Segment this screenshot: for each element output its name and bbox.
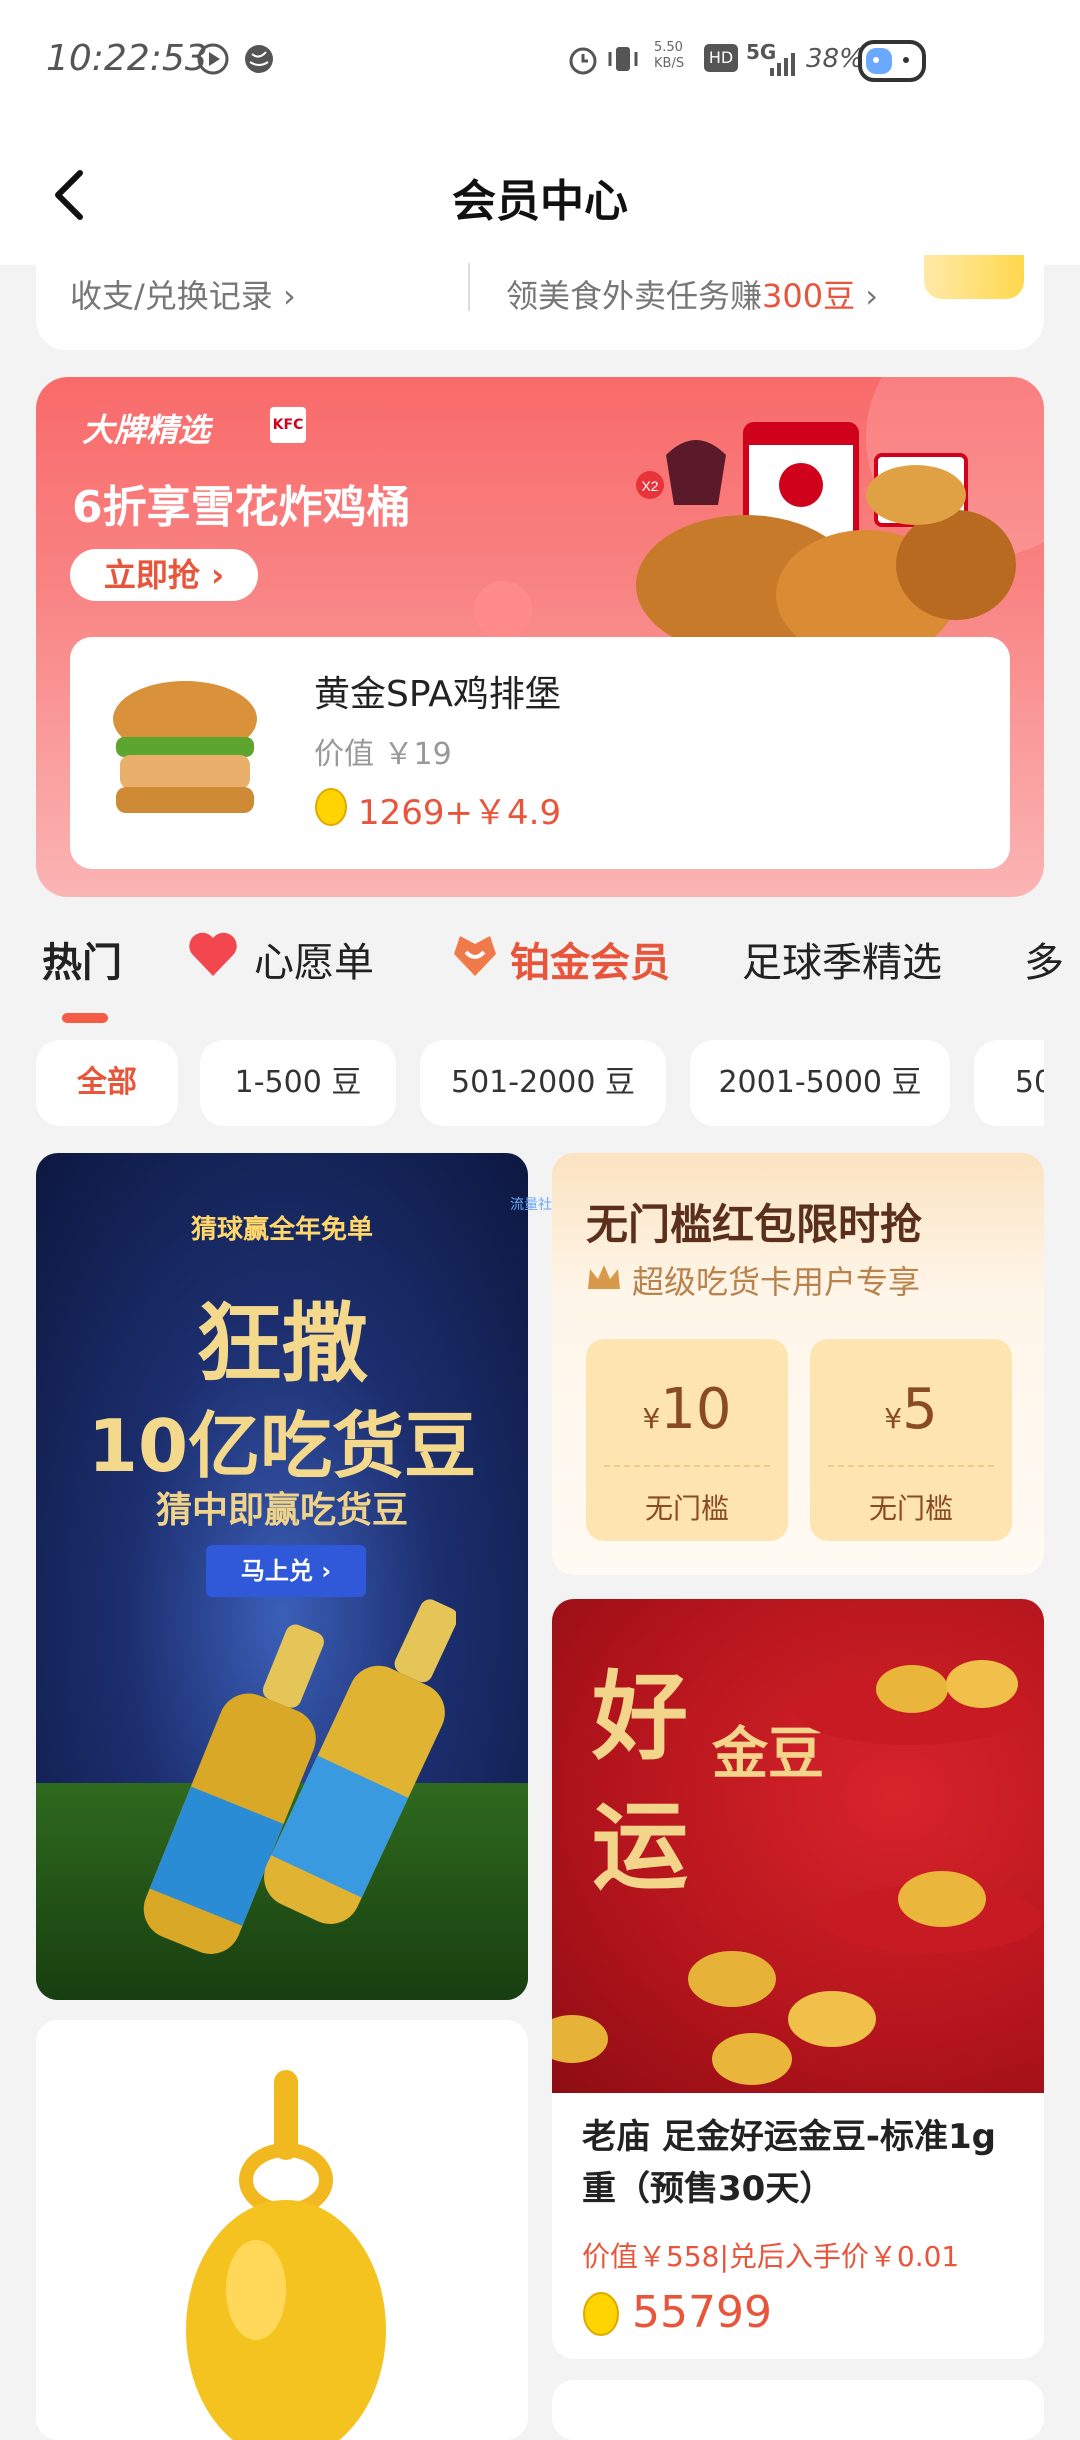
coupon-amount-value: 10 (660, 1377, 732, 1442)
tab-more[interactable]: 多 (1024, 930, 1064, 988)
next-product-card[interactable] (552, 2380, 1044, 2440)
burger-image (113, 681, 257, 813)
gold-bean-image: 好 金豆 运 (552, 1599, 1044, 2093)
coupon-label: 无门槛 (868, 1492, 953, 1525)
chip-all[interactable]: 全部 (36, 1040, 178, 1126)
battery-percent: 38% (806, 44, 864, 74)
play-icon (197, 43, 229, 75)
coupon-amount: ¥10 (586, 1377, 788, 1442)
coin-stack-icon (924, 255, 1024, 299)
currency-symbol: ¥ (642, 1402, 661, 1435)
tab-hot[interactable]: 热门 (42, 930, 122, 988)
tab-platinum[interactable]: 铂金会员 (510, 930, 670, 988)
network-speed-value: 5.50 (654, 40, 683, 55)
promo-headline: 6折享雪花炸鸡桶 (72, 482, 411, 533)
x2-badge: X2 (641, 478, 658, 494)
coupon-10[interactable]: ¥10 无门槛 (586, 1339, 788, 1541)
product-card[interactable]: 黄金SPA鸡排堡 价值 ￥19 1269+￥4.9 (70, 637, 1010, 869)
food-task-link[interactable]: 领美食外卖任务赚300豆 › (506, 271, 878, 317)
globe-icon (245, 45, 273, 73)
kfc-promo-banner[interactable]: 大牌精选 KFC 6折享雪花炸鸡桶 立即抢 › X2 黄金SPA鸡排堡 价值 ￥… (36, 377, 1044, 897)
bean-price: 55799 (632, 2287, 772, 2338)
bean-coin-icon (315, 788, 347, 826)
chip-501-2000[interactable]: 501-2000 豆 (420, 1040, 666, 1126)
coupon-card[interactable]: 无门槛红包限时抢 超级吃货卡用户专享 ¥10 无门槛 ¥5 无门槛 (552, 1153, 1044, 1575)
coupon-amount: ¥5 (810, 1377, 1012, 1442)
food-task-text: 领美食外卖任务赚 (506, 277, 763, 315)
status-time: 10:22:53 (46, 38, 208, 79)
coupon-divider (828, 1465, 994, 1467)
food-task-reward: 300豆 (762, 277, 856, 315)
product-name: 老庙 足金好运金豆-标准1g重（预售30天） (582, 2117, 996, 2209)
page-title: 会员中心 (452, 176, 628, 227)
tab-wishlist[interactable]: 心愿单 (254, 930, 374, 988)
crown-icon (588, 1265, 620, 1289)
kfc-logo: KFC (270, 407, 306, 443)
records-strip: 收支/兑换记录 › 领美食外卖任务赚300豆 › (36, 255, 1044, 350)
vibrate-icon (608, 47, 638, 71)
coupon-title: 无门槛红包限时抢 (586, 1200, 923, 1249)
chip-2001-5000[interactable]: 2001-5000 豆 (690, 1040, 950, 1126)
promo-line-2: 10亿吃货豆 (87, 1404, 477, 1488)
currency-symbol: ¥ (884, 1402, 903, 1435)
promo-line-3: 猜中即赢吃货豆 (155, 1490, 408, 1531)
coupon-label: 无门槛 (644, 1492, 729, 1525)
product-value: 价值￥558|兑后入手价￥0.01 (582, 2240, 960, 2273)
network-speed-unit: KB/S (654, 56, 685, 71)
promo-line-1: 狂撒 (196, 1294, 368, 1394)
status-bar: 10:22:53 5.50 KB/S HD 5G 38% (0, 0, 1080, 125)
bean-coin-icon (583, 2292, 619, 2336)
platinum-badge-icon (454, 936, 496, 976)
gold-beans-graphic (552, 1660, 1042, 2085)
heart-icon (189, 932, 237, 976)
divider (468, 263, 470, 311)
page-header: 会员中心 (0, 125, 1080, 265)
category-tabs: 热门 心愿单 铂金会员 足球季精选 多 (0, 930, 1080, 1023)
coupon-subtitle: 超级吃货卡用户专享 (632, 1263, 921, 1301)
coupon-5[interactable]: ¥5 无门槛 (810, 1339, 1012, 1541)
network-speed: 5.50 KB/S (654, 40, 684, 72)
gold-pendant-image (186, 2070, 386, 2440)
chip-5000-plus[interactable]: 50 (974, 1040, 1044, 1126)
signal-bars-icon (770, 53, 795, 76)
beer-promo-card[interactable]: 猜球赢全年免单 狂撒 10亿吃货豆 猜中即赢吃货豆 马上兑 › (36, 1153, 528, 2000)
tab-active-indicator (62, 1013, 108, 1023)
chip-1-500[interactable]: 1-500 豆 (200, 1040, 396, 1126)
food-task-chevron: › (855, 277, 879, 315)
tab-football[interactable]: 足球季精选 (742, 930, 942, 988)
grab-now-button[interactable]: 立即抢 › (70, 549, 258, 601)
alarm-icon (569, 47, 597, 75)
fried-chicken-bucket-image: X2 (636, 422, 1016, 660)
battery-icon (858, 40, 926, 82)
coupon-amount-value: 5 (902, 1377, 938, 1442)
bean-range-chips: 全部 1-500 豆 501-2000 豆 2001-5000 豆 50 (36, 1040, 1044, 1130)
beer-bottles-image (143, 1599, 456, 1954)
gold-pendant-card[interactable] (36, 2020, 528, 2440)
hd-badge: HD (704, 44, 738, 72)
gold-bean-product-card[interactable]: 好 金豆 运 老庙 足金好运金豆-标准1g重（预售30天） 价值￥558|兑后入… (552, 1599, 1044, 2359)
brand-label: 大牌精选 (82, 411, 211, 449)
coupon-divider (604, 1465, 770, 1467)
promo-ribbon: 猜球赢全年免单 (190, 1215, 373, 1245)
product-value: 价值 ￥19 (314, 737, 452, 772)
product-name: 黄金SPA鸡排堡 (314, 674, 561, 715)
records-link[interactable]: 收支/兑换记录 › (70, 271, 296, 317)
product-price: 1269+￥4.9 (358, 793, 562, 833)
decor-bubble (474, 581, 532, 639)
